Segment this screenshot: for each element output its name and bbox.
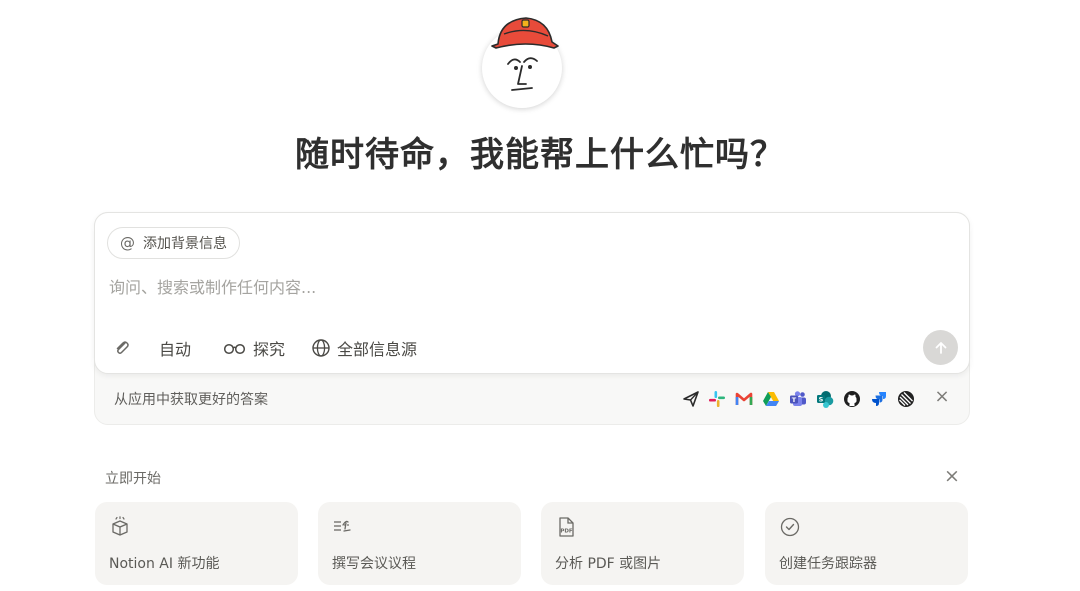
check-circle-icon [780, 517, 800, 537]
paperclip-icon [116, 341, 129, 354]
card-label: 创建任务跟踪器 [779, 556, 877, 572]
sharepoint-icon[interactable]: S [816, 390, 834, 408]
teams-icon[interactable]: T [789, 390, 807, 408]
card-label: Notion AI 新功能 [109, 556, 220, 572]
gift-box-icon [112, 516, 128, 536]
svg-text:T: T [792, 396, 797, 404]
globe-icon [312, 339, 330, 357]
apps-dismiss-button[interactable]: × [934, 388, 950, 406]
add-context-label: 添加背景信息 [143, 236, 227, 252]
svg-text:S: S [819, 396, 824, 404]
auto-mode-button[interactable]: 自动 [159, 336, 191, 360]
at-icon: @ [120, 234, 135, 252]
github-icon[interactable] [843, 390, 861, 408]
apps-connect-text: 从应用中获取更好的答案 [114, 392, 268, 408]
research-button[interactable]: 探究 [223, 336, 285, 360]
card-create-task-tracker[interactable]: 创建任务跟踪器 [765, 502, 968, 585]
card-analyze-pdf[interactable]: PDF 分析 PDF 或图片 [541, 502, 744, 585]
get-started-title: 立即开始 [105, 471, 161, 487]
arrow-up-icon [935, 341, 946, 354]
page-heading: 随时待命，我能帮上什么忙吗？ [295, 135, 785, 175]
svg-text:PDF: PDF [560, 529, 573, 535]
glasses-icon [223, 343, 246, 355]
all-sources-button[interactable]: 全部信息源 [311, 336, 417, 360]
pen-lines-icon [334, 520, 351, 532]
all-sources-label: 全部信息源 [337, 340, 418, 359]
prompt-input[interactable] [109, 278, 929, 297]
google-drive-icon[interactable] [762, 390, 780, 408]
research-label: 探究 [253, 340, 286, 359]
send-icon[interactable] [682, 390, 700, 408]
card-notion-ai-new-features[interactable]: Notion AI 新功能 [95, 502, 298, 585]
slack-icon[interactable] [708, 390, 726, 408]
send-button[interactable] [923, 330, 958, 365]
card-label: 撰写会议议程 [332, 556, 416, 572]
notion-ai-face-icon [491, 17, 559, 91]
gmail-icon[interactable] [735, 390, 753, 408]
attach-button[interactable] [112, 336, 132, 360]
card-write-meeting-agenda[interactable]: 撰写会议议程 [318, 502, 521, 585]
add-context-button[interactable]: @ 添加背景信息 [107, 227, 240, 259]
card-label: 分析 PDF 或图片 [555, 556, 662, 572]
linear-icon[interactable] [897, 390, 915, 408]
auto-mode-label: 自动 [159, 340, 192, 359]
assistant-avatar [482, 17, 562, 108]
get-started-close-button[interactable]: × [944, 466, 960, 486]
jira-icon[interactable] [870, 390, 888, 408]
pdf-file-icon: PDF [559, 517, 574, 537]
